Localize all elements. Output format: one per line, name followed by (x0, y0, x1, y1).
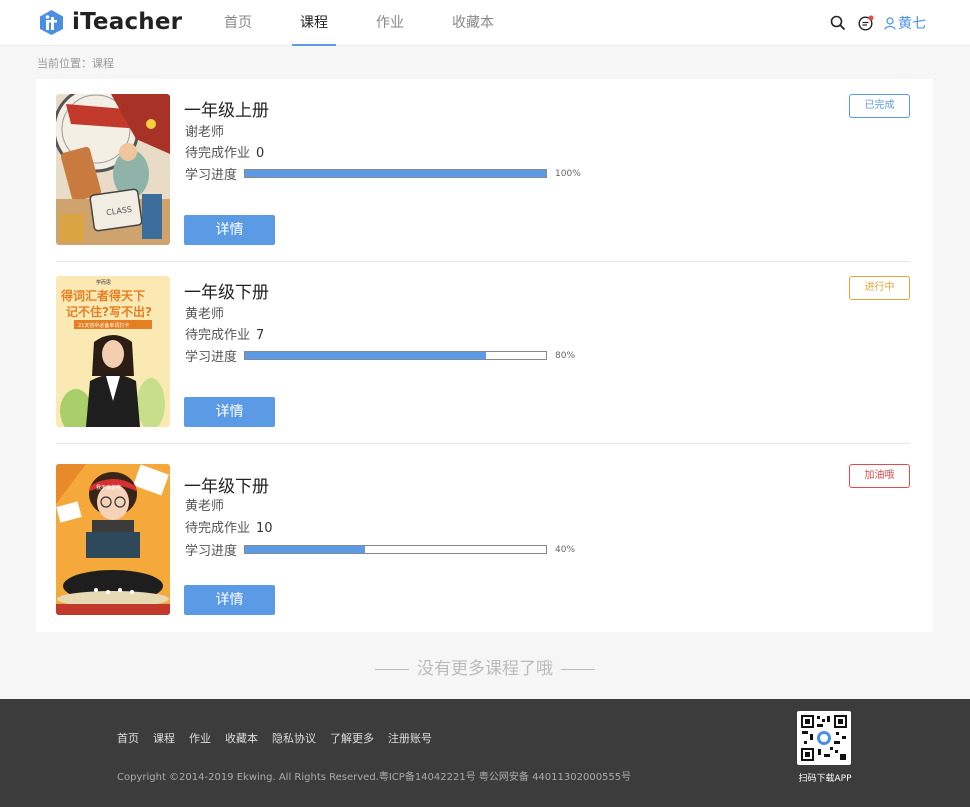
divider (56, 443, 910, 444)
user-icon (884, 16, 896, 30)
divider (561, 668, 595, 670)
progress-bar (244, 169, 548, 178)
breadcrumb: 当前位置：课程 (37, 57, 114, 70)
course-cover-caption: 我不会放弃 (96, 484, 121, 491)
divider (56, 261, 910, 262)
course-cover-image[interactable]: 我不会放弃 (56, 464, 170, 615)
divider (375, 668, 409, 670)
logo-text: iTeacher (72, 9, 183, 35)
progress-bar-fill (245, 352, 486, 359)
course-cover-tagline: 21天初中必备单词打卡 (78, 322, 129, 329)
progress-percent: 80% (555, 350, 576, 361)
course-title: 一年级下册 (184, 477, 269, 497)
course-card: CLASS 一年级上册 谢老师 待完成作业 0 学习进度 100% 详情 已完成 (56, 94, 910, 262)
course-teacher: 黄老师 (185, 499, 225, 514)
study-progress: 学习进度 100% (185, 164, 581, 183)
pending-homework: 待完成作业 0 (185, 142, 264, 161)
pending-homework-label: 待完成作业 (185, 521, 251, 536)
pending-homework-count: 7 (256, 328, 265, 343)
message-icon[interactable] (856, 13, 876, 33)
footer-link-favorites[interactable]: 收藏本 (225, 730, 258, 746)
pending-homework-label: 待完成作业 (185, 328, 251, 343)
logo-icon (40, 10, 63, 35)
search-icon[interactable] (828, 13, 848, 33)
study-progress: 学习进度 80% (185, 346, 575, 365)
nav-item-favorites[interactable]: 收藏本 (442, 0, 504, 46)
qr-code-icon (797, 711, 851, 765)
details-button[interactable]: 详情 (184, 215, 275, 245)
top-header: iTeacher 首页 课程 作业 收藏本 黄七 (0, 0, 970, 46)
footer-link-homework[interactable]: 作业 (189, 730, 211, 746)
qr-label: 扫码下载APP (798, 774, 852, 784)
course-teacher: 谢老师 (185, 125, 225, 140)
course-cover-image[interactable]: CLASS (56, 94, 170, 245)
study-progress-label: 学习进度 (185, 544, 238, 559)
course-cover-brand: 学而思 (96, 279, 111, 286)
nav-item-courses[interactable]: 课程 (290, 0, 338, 46)
study-progress-label: 学习进度 (185, 168, 238, 183)
footer-link-learn-more[interactable]: 了解更多 (330, 730, 374, 746)
course-cover-subhead: 记不住?写不出? (66, 304, 152, 319)
study-progress-label: 学习进度 (185, 350, 238, 365)
main-nav: 首页 课程 作业 收藏本 (214, 0, 532, 46)
progress-bar (244, 545, 548, 554)
copyright: Copyright ©2014-2019 Ekwing. All Rights … (117, 772, 632, 783)
pending-homework-count: 10 (256, 521, 273, 536)
status-badge: 已完成 (849, 94, 910, 118)
details-button[interactable]: 详情 (184, 397, 275, 427)
course-title: 一年级上册 (184, 101, 269, 121)
course-list: CLASS 一年级上册 谢老师 待完成作业 0 学习进度 100% 详情 已完成 … (36, 79, 933, 632)
course-title: 一年级下册 (184, 283, 269, 303)
course-cover-headline: 得词汇者得天下 (60, 288, 145, 303)
nav-item-homework[interactable]: 作业 (366, 0, 414, 46)
progress-bar (244, 351, 548, 360)
progress-percent: 40% (555, 544, 576, 555)
footer-links: 首页 课程 作业 收藏本 隐私协议 了解更多 注册账号 (117, 730, 446, 746)
user-menu[interactable]: 黄七 (884, 13, 926, 33)
logo[interactable]: iTeacher (38, 9, 182, 36)
pending-homework: 待完成作业 7 (185, 324, 264, 343)
course-card: 我不会放弃 一年级下册 黄老师 待完成作业 10 学习进度 40% 详情 加油哦 (56, 464, 910, 632)
footer: 首页 课程 作业 收藏本 隐私协议 了解更多 注册账号 Copyright ©2… (0, 699, 970, 807)
nav-item-home[interactable]: 首页 (214, 0, 262, 46)
pending-homework-label: 待完成作业 (185, 146, 251, 161)
progress-bar-fill (245, 546, 366, 553)
details-button[interactable]: 详情 (184, 585, 275, 615)
course-teacher: 黄老师 (185, 307, 225, 322)
status-badge: 加油哦 (849, 464, 910, 488)
no-more-text: 没有更多课程了哦 (417, 659, 553, 679)
course-cover-image[interactable]: 学而思 得词汇者得天下 记不住?写不出? 21天初中必备单词打卡 (56, 276, 170, 427)
footer-link-courses[interactable]: 课程 (153, 730, 175, 746)
footer-link-home[interactable]: 首页 (117, 730, 139, 746)
course-card: 学而思 得词汇者得天下 记不住?写不出? 21天初中必备单词打卡 一年级下册 黄… (56, 276, 910, 444)
pending-homework-count: 0 (256, 146, 265, 161)
footer-link-privacy[interactable]: 隐私协议 (272, 730, 316, 746)
user-name: 黄七 (898, 16, 926, 32)
progress-bar-fill (245, 170, 547, 177)
pending-homework: 待完成作业 10 (185, 517, 273, 536)
status-badge: 进行中 (849, 276, 910, 300)
no-more-courses: 没有更多课程了哦 (0, 654, 970, 679)
progress-percent: 100% (555, 168, 581, 179)
footer-link-register[interactable]: 注册账号 (388, 730, 432, 746)
study-progress: 学习进度 40% (185, 540, 575, 559)
header-actions: 黄七 (820, 13, 926, 33)
